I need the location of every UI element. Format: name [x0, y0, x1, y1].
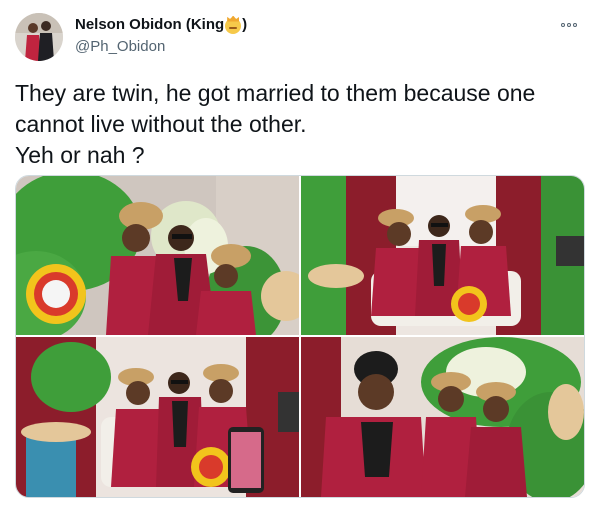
media-grid	[15, 175, 585, 498]
tweet-photo-2[interactable]	[301, 176, 584, 335]
author-display-name-suffix: )	[242, 16, 248, 33]
tweet-photo-4[interactable]	[301, 337, 584, 497]
crown-face-icon	[225, 17, 242, 34]
tweet-photo-3[interactable]	[16, 337, 299, 497]
tweet-photo-1[interactable]	[16, 176, 299, 335]
more-options-icon[interactable]	[557, 17, 581, 33]
tweet-card: Nelson Obidon (King ) @Ph_Obidon They ar…	[0, 0, 607, 505]
author-handle[interactable]: @Ph_Obidon	[75, 38, 165, 55]
tweet-text: They are twin, he got married to them be…	[15, 80, 536, 168]
author-name-row[interactable]: Nelson Obidon (King )	[75, 16, 248, 34]
avatar[interactable]	[15, 13, 63, 61]
author-display-name[interactable]: Nelson Obidon (King	[75, 16, 224, 33]
